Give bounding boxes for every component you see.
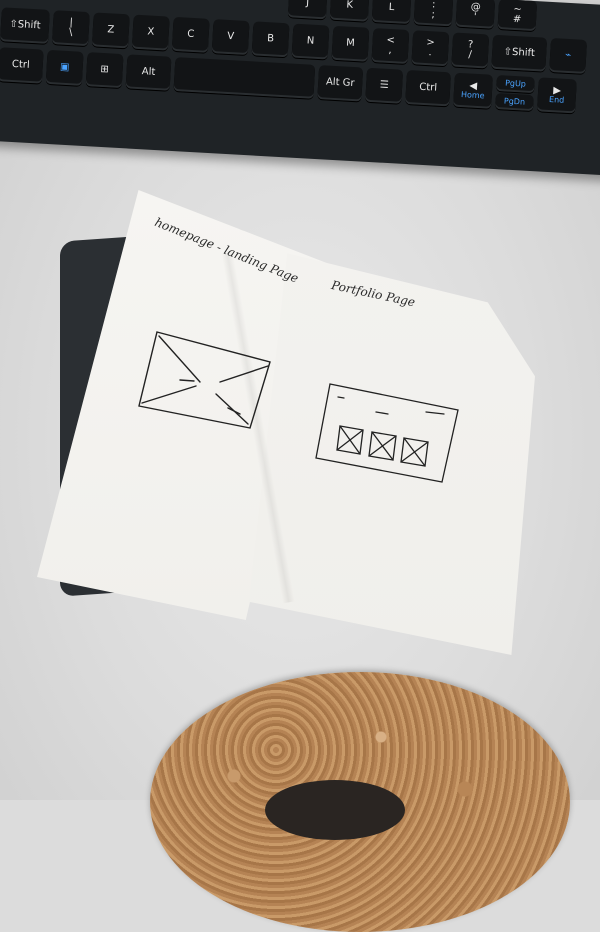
hero-wireframe bbox=[138, 331, 271, 429]
coaster-center bbox=[265, 780, 405, 840]
portfolio-wireframe bbox=[315, 383, 459, 483]
